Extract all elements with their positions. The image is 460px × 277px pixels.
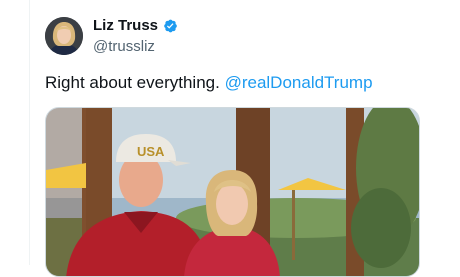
author-name-row: Liz Truss bbox=[93, 17, 178, 35]
tweet-body: Right about everything. bbox=[45, 73, 220, 92]
mention-link[interactable]: @realDonaldTrump bbox=[225, 73, 373, 92]
verified-badge-icon bbox=[164, 19, 177, 33]
author-handle[interactable]: @trussliz bbox=[93, 38, 155, 55]
photo-illustration: USA bbox=[46, 108, 419, 276]
timeline-border bbox=[29, 0, 30, 265]
tweet-photo[interactable]: USA bbox=[45, 107, 420, 277]
author-avatar[interactable] bbox=[45, 17, 83, 55]
author-display-name[interactable]: Liz Truss bbox=[93, 17, 158, 35]
tweet-text: Right about everything. @realDonaldTrump bbox=[45, 72, 373, 94]
cap-text: USA bbox=[137, 144, 165, 159]
